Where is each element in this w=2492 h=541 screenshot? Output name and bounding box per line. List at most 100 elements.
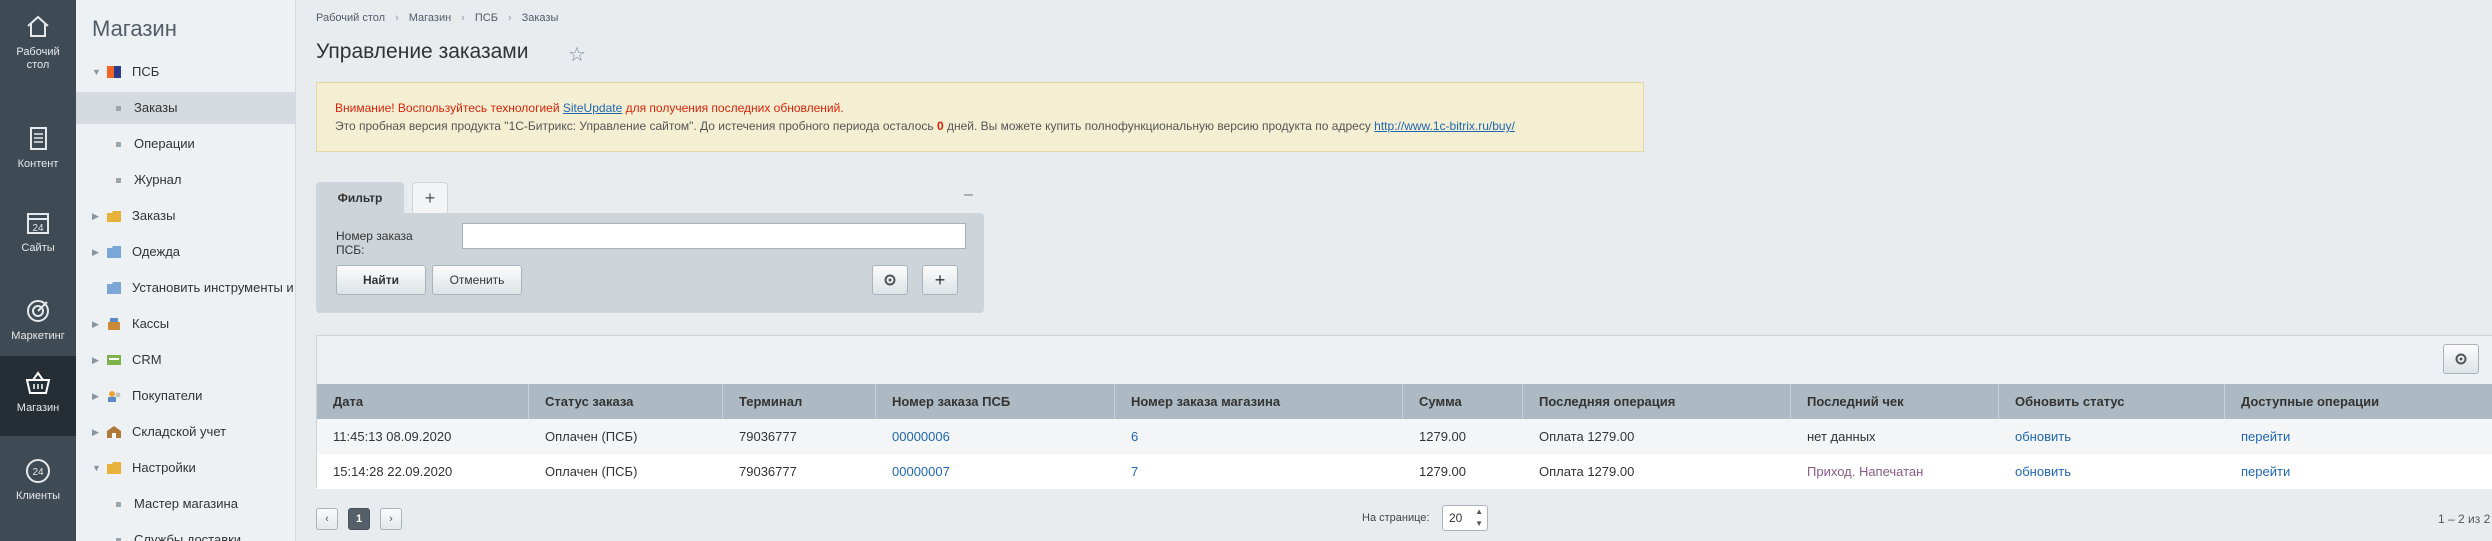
psb-order-number-input[interactable] (462, 223, 966, 249)
cash-register-icon (108, 318, 120, 330)
notice-line-2: Это пробная версия продукта "1С-Битрикс:… (335, 117, 1625, 135)
nav-desktop[interactable]: Рабочий стол (0, 0, 76, 80)
menu-item-label: Заказы (132, 208, 176, 223)
siteupdate-link[interactable]: SiteUpdate (563, 101, 622, 115)
table-row[interactable]: 15:14:28 22.09.2020 Оплачен (ПСБ) 790367… (317, 454, 2492, 489)
nav-marketing[interactable]: Маркетинг (0, 284, 76, 364)
column-header-date[interactable]: Дата (317, 384, 529, 419)
collapsed-arrow-icon[interactable]: ▶ (92, 308, 99, 340)
nav-marketing-label: Маркетинг (11, 330, 65, 342)
update-status-link[interactable]: обновить (1999, 419, 2071, 454)
select-arrows-icon: ▲ ▼ (1475, 507, 1483, 528)
cell-shop-order-link[interactable]: 6 (1115, 419, 1138, 454)
tab-filter[interactable]: Фильтр (316, 182, 404, 214)
nav-desktop-label: Рабочий стол (16, 46, 60, 71)
buy-link[interactable]: http://www.1c-bitrix.ru/buy/ (1374, 119, 1515, 133)
column-header-update-status[interactable]: Обновить статус (1999, 384, 2225, 419)
breadcrumb: Рабочий стол › Магазин › ПСБ › Заказы (316, 12, 558, 24)
menu-item-install-tools[interactable]: Установить инструменты и (76, 272, 295, 304)
collapsed-arrow-icon[interactable]: ▶ (92, 344, 99, 376)
notice-text: дней. Вы можете купить полнофункциональн… (943, 119, 1375, 133)
collapsed-arrow-icon[interactable]: ▶ (92, 200, 99, 232)
menu-item-cash[interactable]: ▶ Кассы (76, 308, 295, 340)
cell-date: 11:45:13 08.09.2020 (333, 429, 452, 444)
cell-psb-order-link[interactable]: 00000006 (876, 419, 950, 454)
nav-sites[interactable]: 24 Сайты (0, 196, 76, 276)
nav-content[interactable]: Контент (0, 112, 76, 192)
next-page-button[interactable]: › (380, 508, 402, 530)
menu-item-operations[interactable]: Операции (76, 128, 295, 160)
column-header-terminal[interactable]: Терминал (723, 384, 876, 419)
menu-item-shop-wizard[interactable]: Мастер магазина (76, 488, 295, 520)
main-navigation-bar: Рабочий стол Контент 24 Сайты Маркетинг … (0, 0, 76, 541)
menu-item-customers[interactable]: ▶ Покупатели (76, 380, 295, 412)
current-page-button[interactable]: 1 (348, 508, 370, 530)
cell-status: Оплачен (ПСБ) (545, 464, 638, 479)
per-page-label: На странице: (1362, 512, 1430, 524)
collapsed-arrow-icon[interactable]: ▶ (92, 236, 99, 268)
breadcrumb-item[interactable]: Магазин (409, 12, 451, 24)
folder-icon (107, 246, 121, 258)
breadcrumb-item[interactable]: ПСБ (475, 12, 498, 24)
cell-shop-order-link[interactable]: 7 (1115, 454, 1138, 489)
psb-order-number-label: Номер заказа ПСБ: (336, 229, 413, 257)
filter-settings-button[interactable] (872, 265, 908, 295)
column-header-status[interactable]: Статус заказа (529, 384, 723, 419)
menu-item-label: Операции (134, 136, 195, 151)
menu-item-psb-orders[interactable]: Заказы (76, 92, 295, 124)
main-content: Рабочий стол › Магазин › ПСБ › Заказы Управлен… (296, 0, 2492, 541)
nav-shop[interactable]: Магазин (0, 356, 76, 436)
column-header-last-operation[interactable]: Последняя операция (1523, 384, 1791, 419)
column-header-sum[interactable]: Сумма (1403, 384, 1523, 419)
update-status-link[interactable]: обновить (1999, 454, 2071, 489)
notice-warning-text: для получения последних обновлений. (622, 101, 844, 115)
column-header-psb-order[interactable]: Номер заказа ПСБ (876, 384, 1115, 419)
menu-item-label: Складской учет (132, 424, 227, 439)
cell-sum: 1279.00 (1419, 464, 1466, 479)
cell-terminal: 79036777 (739, 429, 797, 444)
menu-item-warehouse[interactable]: ▶ Складской учет (76, 416, 295, 448)
table-header: Дата Статус заказа Терминал Номер заказа… (317, 384, 2492, 419)
menu-item-settings[interactable]: ▼ Настройки (76, 452, 295, 484)
desktop-icon (27, 15, 49, 37)
cell-psb-order-link[interactable]: 00000007 (876, 454, 950, 489)
go-to-operations-link[interactable]: перейти (2225, 454, 2290, 489)
breadcrumb-item[interactable]: Заказы (522, 12, 559, 24)
per-page-select[interactable]: 20 ▲ ▼ (1442, 505, 1488, 531)
column-header-operations[interactable]: Доступные операции (2225, 384, 2492, 419)
favorite-star-icon[interactable]: ☆ (568, 42, 586, 67)
cell-sum: 1279.00 (1419, 429, 1466, 444)
minimize-filter-button[interactable]: – (964, 186, 973, 204)
add-filter-field-button[interactable]: + (922, 265, 958, 295)
cancel-button[interactable]: Отменить (432, 265, 522, 295)
cell-terminal: 79036777 (739, 464, 797, 479)
go-to-operations-link[interactable]: перейти (2225, 419, 2290, 454)
column-header-last-receipt[interactable]: Последний чек (1791, 384, 1999, 419)
menu-item-orders[interactable]: ▶ Заказы (76, 200, 295, 232)
menu-item-psb[interactable]: ▼ ПСБ (76, 56, 295, 88)
find-button[interactable]: Найти (336, 265, 426, 295)
table-settings-button[interactable] (2443, 344, 2479, 374)
crm-icon (107, 355, 121, 365)
bullet-icon (116, 178, 121, 183)
column-header-shop-order[interactable]: Номер заказа магазина (1115, 384, 1403, 419)
collapsed-arrow-icon[interactable]: ▶ (92, 380, 99, 412)
menu-item-delivery[interactable]: Службы доставки (76, 524, 295, 541)
menu-item-clothes[interactable]: ▶ Одежда (76, 236, 295, 268)
menu-item-crm[interactable]: ▶ CRM (76, 344, 295, 376)
collapsed-arrow-icon[interactable]: ▶ (92, 416, 99, 448)
page-title: Управление заказами (316, 40, 529, 63)
cell-last-operation: Оплата 1279.00 (1539, 429, 1635, 444)
add-filter-tab-button[interactable]: + (412, 182, 448, 214)
nav-clients[interactable]: 24 Клиенты (0, 444, 76, 524)
expanded-arrow-icon[interactable]: ▼ (92, 56, 101, 88)
menu-item-label: Одежда (132, 244, 181, 259)
table-row[interactable]: 11:45:13 08.09.2020 Оплачен (ПСБ) 790367… (317, 419, 2492, 454)
content-icon (30, 127, 47, 150)
prev-page-button[interactable]: ‹ (316, 508, 338, 530)
breadcrumb-item[interactable]: Рабочий стол (316, 12, 385, 24)
menu-item-journal[interactable]: Журнал (76, 164, 295, 196)
cell-last-receipt-link[interactable]: Приход. Напечатан (1791, 454, 1923, 489)
orders-table: Дата Статус заказа Терминал Номер заказа… (316, 335, 2492, 489)
expanded-arrow-icon[interactable]: ▼ (92, 452, 101, 484)
